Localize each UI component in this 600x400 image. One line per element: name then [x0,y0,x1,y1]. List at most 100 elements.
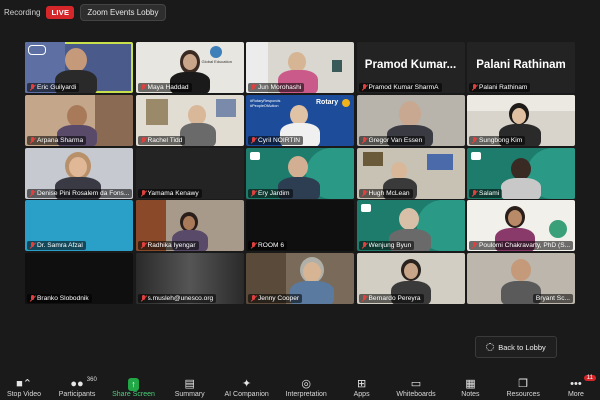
ai-companion-button[interactable]: ✦ AI Companion [224,378,268,398]
participant-display-name: Palani Rathinam [476,59,566,71]
meeting-toolbar: ■⌃ Stop Video ●● 360 Participants ↑ Shar… [0,368,600,400]
participant-name-tag: Rachel Tidd [137,135,186,145]
video-tile[interactable]: Rachel Tidd [135,94,244,146]
video-tile[interactable]: Global Education Maya Haddad [135,42,244,93]
recording-label: Recording [4,7,41,17]
participants-button[interactable]: ●● 360 Participants [59,377,97,398]
loading-spinner-icon [486,343,495,351]
logo-icon [28,45,46,55]
live-badge[interactable]: LIVE [46,5,75,19]
muted-mic-icon [251,136,256,144]
share-arrow-icon: ↑ [128,378,139,391]
tile-caption: Global Education [201,59,232,64]
participant-name-tag: Radhika Iyengar [137,241,199,251]
muted-mic-icon [30,136,35,144]
whiteboard-icon: ▭ [410,378,422,390]
video-tile[interactable]: s.musleh@unesco.org [135,253,244,305]
muted-mic-icon [141,84,146,91]
participants-count: 360 [86,377,97,383]
ellipsis-icon: ••• [570,378,582,390]
notes-button[interactable]: ▦ Notes [452,378,488,398]
participant-display-name: Pramod Kumar... [364,59,457,71]
people-icon: ●● [70,378,84,390]
muted-mic-icon [251,295,256,302]
muted-mic-icon [362,136,367,144]
participant-name-tag: Jenny Cooper [248,294,303,304]
more-button[interactable]: ••• 11 More [558,375,596,398]
participant-name-tag: Denise Pini Rosalem da Fons... [27,188,133,198]
participant-name-tag: Bryant Sc... [532,294,573,304]
video-tile[interactable]: Arpana Sharma [25,94,133,146]
muted-mic-icon [472,136,477,144]
muted-mic-icon [30,189,35,197]
notes-icon: ▦ [465,378,476,390]
video-tile[interactable]: Dr. Samra Afzal [25,200,133,252]
sparkle-icon: ✦ [242,378,252,390]
logo-icon [471,151,481,160]
video-tile[interactable]: Denise Pini Rosalem da Fons... [25,147,133,199]
video-tile[interactable]: Poulomi Chakravarty, PhD (S... [467,200,575,252]
participant-name-tag: Bernardo Pereyra [358,294,424,304]
rotary-logo: Rotary [316,98,339,106]
video-tile[interactable]: Sungbong Kim [467,94,575,146]
participant-name-tag: Poulomi Chakravarty, PhD (S... [469,241,574,251]
share-screen-button[interactable]: ↑ Share Screen [112,378,155,398]
muted-mic-icon [141,189,146,197]
participant-name-tag: Salami [469,188,503,198]
video-tile-camera-off[interactable]: ROOM 6 [246,200,354,252]
whiteboards-button[interactable]: ▭ Whiteboards [396,378,435,398]
zoom-events-lobby-button[interactable]: Zoom Events Lobby [80,3,166,21]
video-tile[interactable]: Hugh McLean [356,147,465,199]
muted-mic-icon [251,189,256,197]
more-badge: 11 [583,375,596,381]
back-to-lobby-button[interactable]: Back to Lobby [475,336,557,358]
muted-mic-icon [30,84,35,91]
video-tile[interactable]: #RotaryResponds #PeopleOfAction Rotary C… [246,94,354,146]
resources-icon: ❐ [518,378,529,390]
video-tile-camera-off[interactable]: Branko Slobodnik [25,253,133,305]
video-tile[interactable]: Jenny Cooper [246,253,354,305]
muted-mic-icon [362,84,367,91]
video-tile[interactable]: Radhika Iyengar [135,200,244,252]
video-tile[interactable]: Salami [467,147,575,199]
document-icon: ▤ [184,378,195,390]
participant-name-tag: Yamama Kenawy [137,188,202,198]
video-camera-icon: ■⌃ [16,378,32,390]
video-tile[interactable]: Bryant Sc... [467,253,575,305]
video-tile-camera-off[interactable]: Pramod Kumar... Pramod Kumar SharmA [356,42,465,93]
muted-mic-icon [472,189,477,197]
muted-mic-icon [251,84,256,91]
interpretation-button[interactable]: ◎ Interpretation [286,378,327,398]
apps-button[interactable]: ⊞ Apps [344,378,380,398]
logo-icon [209,46,222,58]
participant-name-tag: Wenjung Byun [358,241,415,251]
muted-mic-icon [141,242,146,249]
video-tile[interactable]: Eric Guilyardi [25,42,133,93]
muted-mic-icon [141,295,146,302]
logo-icon [250,151,260,160]
stop-video-button[interactable]: ■⌃ Stop Video [6,378,42,398]
muted-mic-icon [30,242,35,249]
participant-name-tag: Pramod Kumar SharmA [358,83,442,92]
summary-button[interactable]: ▤ Summary [172,378,208,398]
video-tile[interactable]: Wenjung Byun [356,200,465,252]
muted-mic-icon [30,295,35,302]
video-tile[interactable]: Bernardo Pereyra [356,253,465,305]
muted-mic-icon [362,242,367,249]
participant-name-tag: Cyril NOIRTIN [248,135,304,145]
video-tile[interactable]: Ery Jardim [246,147,354,199]
video-tile-camera-off[interactable]: Yamama Kenawy [135,147,244,199]
participant-name-tag: Palani Rathinam [469,83,531,92]
video-grid: Eric Guilyardi Global Education Maya Had… [25,42,575,357]
muted-mic-icon [472,84,477,91]
video-tile[interactable]: Jun Morohashi [246,42,354,93]
meeting-top-bar: Recording LIVE Zoom Events Lobby [0,0,600,24]
globe-icon: ◎ [301,378,311,390]
participant-name-tag: Arpana Sharma [27,135,87,145]
video-tile-camera-off[interactable]: Palani Rathinam Palani Rathinam [467,42,575,93]
resources-button[interactable]: ❐ Resources [505,378,541,398]
apps-grid-icon: ⊞ [356,378,367,390]
muted-mic-icon [472,242,477,249]
muted-mic-icon [141,136,146,144]
video-tile[interactable]: Gregor Van Essen [356,94,465,146]
